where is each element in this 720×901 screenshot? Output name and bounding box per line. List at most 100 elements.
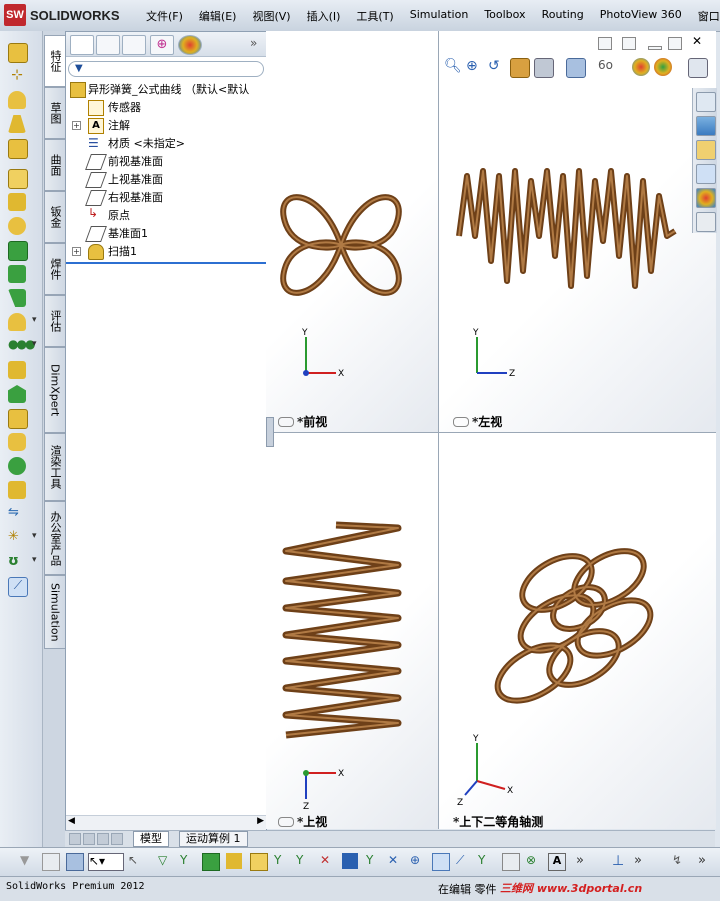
filter-components-icon[interactable] <box>432 853 450 871</box>
appearances-scenes-icon[interactable] <box>696 188 716 208</box>
custom-properties-icon[interactable] <box>696 212 716 232</box>
solidworks-resources-icon[interactable] <box>696 92 716 112</box>
toolbar-more-icon-2[interactable]: » <box>634 853 650 869</box>
filter-annotations-icon[interactable]: A <box>548 853 566 871</box>
tree-item-sweep1[interactable]: + 扫描1 <box>66 242 266 260</box>
tab-last-icon[interactable] <box>111 833 123 845</box>
swept-cut-icon[interactable] <box>8 241 28 261</box>
rollback-bar[interactable] <box>66 262 266 264</box>
horizontal-scrollbar[interactable]: ◀ ▶ <box>66 815 266 830</box>
section-view-icon[interactable] <box>510 58 530 78</box>
fillet-icon[interactable] <box>8 313 37 331</box>
filter-sketch-icon[interactable]: ✕ <box>388 853 404 869</box>
tab-prev-icon[interactable] <box>83 833 95 845</box>
tab-sheet-metal[interactable]: 钣金 <box>44 191 66 243</box>
toolbar-more-icon-3[interactable]: » <box>698 853 714 869</box>
revolve-icon[interactable]: ⊹ <box>8 67 26 85</box>
boundary-cut-icon[interactable] <box>8 289 26 307</box>
sweep-boss-icon[interactable] <box>8 91 26 109</box>
lofted-cut-icon[interactable] <box>8 265 26 283</box>
dome-icon[interactable] <box>8 457 26 475</box>
tree-item-front-plane[interactable]: 前视基准面 <box>66 152 266 170</box>
file-explorer-icon[interactable] <box>696 140 716 160</box>
linear-pattern-icon[interactable]: ●●● <box>8 337 35 355</box>
viewport-isometric[interactable]: Y X Z *上下二等角轴测 <box>439 433 716 829</box>
filter-edges-icon[interactable] <box>66 853 84 871</box>
tab-sketch[interactable]: 草图 <box>44 87 66 139</box>
tree-item-annotations[interactable]: + A 注解 <box>66 116 266 134</box>
filter-faces-icon[interactable]: Y <box>180 853 196 869</box>
tree-item-top-plane[interactable]: 上视基准面 <box>66 170 266 188</box>
instant3d-icon[interactable]: ⟋ <box>8 577 28 597</box>
select-filter-icon[interactable] <box>42 853 60 871</box>
menu-file[interactable]: 文件(F) <box>146 8 183 24</box>
filter-points-icon[interactable]: Y <box>296 853 312 869</box>
hide-show-items-icon[interactable]: 6o <box>598 58 616 76</box>
hole-wizard-icon[interactable] <box>8 193 26 211</box>
display-style-icon[interactable] <box>566 58 586 78</box>
link-views-icon[interactable] <box>278 416 294 427</box>
filter-midpoints-icon[interactable]: ⊗ <box>526 853 542 869</box>
menu-toolbox[interactable]: Toolbox <box>484 8 525 24</box>
display-manager-tab-icon[interactable] <box>178 35 202 55</box>
graphics-area[interactable]: Y X *前视 Y Z *左视 X Z *上视 Y X Z *上下二等角轴测 <box>266 31 716 829</box>
tab-first-icon[interactable] <box>69 833 81 845</box>
select-other-icon[interactable]: ↖ <box>128 853 144 869</box>
restore-icon[interactable] <box>668 37 682 50</box>
toolbar-more-icon[interactable]: » <box>576 853 592 869</box>
expand-icon[interactable]: + <box>72 247 81 256</box>
filter-icon[interactable]: ▼ <box>20 853 36 869</box>
reference-geometry-icon[interactable]: ✳ <box>8 529 37 547</box>
view-settings-icon[interactable] <box>688 58 708 78</box>
menu-simulation[interactable]: Simulation <box>410 8 469 24</box>
menu-insert[interactable]: 插入(I) <box>307 8 341 24</box>
intersect-icon[interactable] <box>8 481 26 499</box>
tab-next-icon[interactable] <box>97 833 109 845</box>
configuration-manager-tab-icon[interactable] <box>122 35 146 55</box>
tree-filter-input[interactable]: ▼ <box>68 61 264 77</box>
shell-icon[interactable] <box>8 409 28 429</box>
filter-vertices-icon[interactable]: ▽ <box>158 853 174 869</box>
tab-render-tools[interactable]: 渲染工具 <box>44 433 66 501</box>
menu-routing[interactable]: Routing <box>542 8 584 24</box>
zoom-to-area-icon[interactable]: ⊕ <box>466 58 484 76</box>
select-arrow-icon[interactable]: ↖▾ <box>88 853 124 871</box>
tab-evaluate[interactable]: 评估 <box>44 295 66 347</box>
view-orientation-icon[interactable] <box>534 58 554 78</box>
draft-icon[interactable] <box>8 385 26 403</box>
quick-snap-icon[interactable]: ↯ <box>672 853 688 869</box>
filter-loops-icon[interactable]: Y <box>478 853 494 869</box>
scroll-right-icon[interactable]: ▶ <box>257 816 264 826</box>
extruded-boss-icon[interactable] <box>8 43 28 63</box>
tile-vertical-icon[interactable] <box>622 37 636 50</box>
viewport-top[interactable]: X Z *上视 <box>266 433 439 829</box>
edit-appearance-icon[interactable] <box>632 58 650 76</box>
tile-horizontal-icon[interactable] <box>598 37 612 50</box>
tab-office-products[interactable]: 办公室产品 <box>44 501 66 575</box>
feature-manager-tab-icon[interactable] <box>70 35 94 55</box>
tree-item-material[interactable]: ☰ 材质 <未指定> <box>66 134 266 152</box>
expand-icon[interactable]: + <box>72 121 81 130</box>
tab-model[interactable]: 模型 <box>133 831 169 847</box>
filter-axes-icon[interactable] <box>250 853 268 871</box>
filter-surface-icon[interactable] <box>226 853 242 869</box>
menu-photoview[interactable]: PhotoView 360 <box>600 8 682 24</box>
boundary-boss-icon[interactable] <box>8 139 28 159</box>
previous-view-icon[interactable]: ↺ <box>488 58 506 76</box>
apply-scene-icon[interactable] <box>654 58 672 76</box>
extruded-cut-icon[interactable] <box>8 169 28 189</box>
tab-simulation[interactable]: Simulation <box>44 575 66 649</box>
filter-welds-icon[interactable]: Y <box>366 853 382 869</box>
app-logo[interactable]: SW SOLIDWORKS <box>4 4 120 26</box>
filter-datum-icon[interactable]: ⊕ <box>410 853 426 869</box>
filter-blocks-icon[interactable] <box>502 853 520 871</box>
filter-planes-icon[interactable]: Y <box>274 853 290 869</box>
viewport-left[interactable]: Y Z *左视 <box>439 31 716 433</box>
collapse-panel-handle[interactable] <box>266 417 274 447</box>
wrap-icon[interactable] <box>8 433 26 451</box>
link-views-icon[interactable] <box>453 416 469 427</box>
tree-item-plane1[interactable]: 基准面1 <box>66 224 266 242</box>
tree-root-part[interactable]: 异形弹簧_公式曲线 （默认<默认 <box>66 80 266 98</box>
normal-to-icon[interactable]: ⊥ <box>612 853 628 869</box>
tree-item-origin[interactable]: ↳ 原点 <box>66 206 266 224</box>
